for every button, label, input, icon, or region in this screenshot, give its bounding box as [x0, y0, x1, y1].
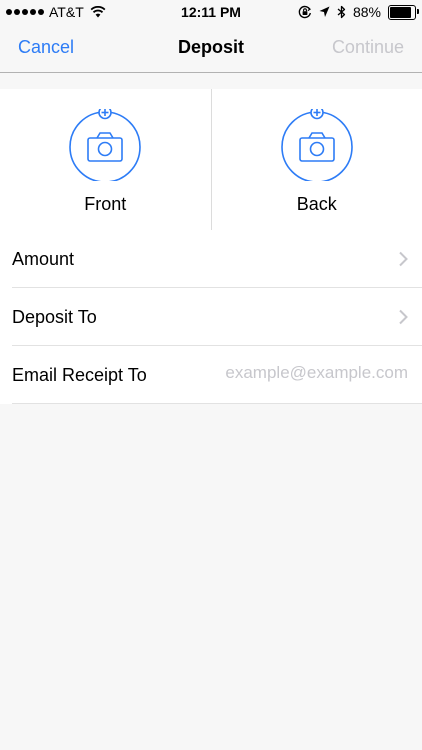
email-receipt-input[interactable] [188, 361, 408, 385]
status-right: 88% [298, 3, 419, 21]
chevron-right-icon [399, 251, 408, 267]
email-receipt-row: Email Receipt To [12, 346, 422, 404]
camera-add-icon [280, 109, 353, 181]
deposit-to-label: Deposit To [12, 307, 97, 327]
deposit-form: Amount Deposit To Email Receipt To [0, 230, 422, 404]
capture-back-button[interactable]: Back [212, 89, 422, 230]
check-capture-section: Front Back [0, 89, 422, 231]
amount-label: Amount [12, 249, 75, 269]
navigation-bar: Cancel Deposit Continue [0, 24, 422, 73]
back-label: Back [296, 194, 337, 214]
location-arrow-icon [319, 6, 330, 17]
capture-front-button[interactable]: Front [0, 89, 212, 230]
deposit-to-row[interactable]: Deposit To [12, 288, 422, 346]
battery-fill [390, 6, 412, 18]
email-receipt-label: Email Receipt To [12, 365, 147, 385]
battery-percent: 88% [352, 4, 381, 20]
battery-icon [388, 4, 419, 20]
status-bar: AT&T 12:11 PM 88% [0, 0, 422, 24]
bluetooth-icon [337, 5, 346, 19]
amount-row[interactable]: Amount [12, 230, 422, 288]
orientation-lock-icon [298, 5, 311, 19]
camera-add-icon [69, 109, 142, 181]
continue-button[interactable]: Continue [332, 37, 404, 58]
chevron-right-icon [399, 309, 408, 325]
cancel-button[interactable]: Cancel [18, 37, 74, 58]
front-label: Front [84, 194, 127, 214]
